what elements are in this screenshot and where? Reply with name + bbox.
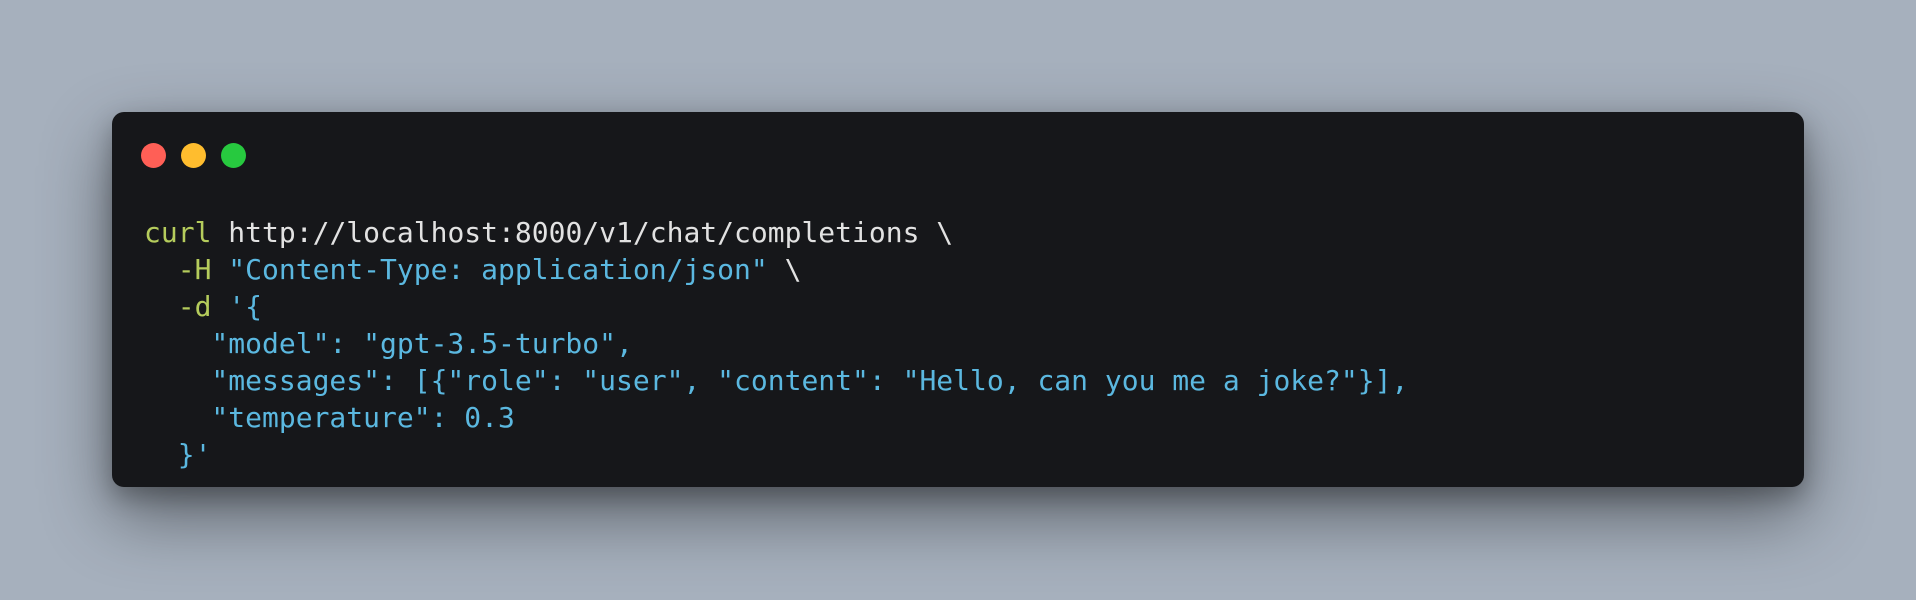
data-open: '{ <box>211 290 263 323</box>
header-flag: -H <box>177 253 212 286</box>
terminal-window: curl http://localhost:8000/v1/chat/compl… <box>112 112 1804 487</box>
data-flag: -d <box>177 290 212 323</box>
line-continuation: \ <box>767 253 802 286</box>
code-line-3: -d '{ <box>144 288 1408 325</box>
minimize-window-button[interactable] <box>181 143 206 168</box>
code-line-4: "model": "gpt-3.5-turbo", <box>144 327 633 360</box>
code-line-6: "temperature": 0.3 <box>144 401 515 434</box>
line-continuation: \ <box>919 216 954 249</box>
command-curl: curl <box>144 216 212 249</box>
code-line-2: -H "Content-Type: application/json" \ <box>144 251 1408 288</box>
code-line-5: "messages": [{"role": "user", "content":… <box>144 364 1409 397</box>
title-bar <box>112 112 1804 182</box>
code-line-1: curl http://localhost:8000/v1/chat/compl… <box>144 214 1408 251</box>
request-url: http://localhost:8000/v1/chat/completion… <box>211 216 920 249</box>
zoom-window-button[interactable] <box>221 143 246 168</box>
header-value: "Content-Type: application/json" <box>211 253 768 286</box>
close-window-button[interactable] <box>141 143 166 168</box>
code-line-7: }' <box>144 438 212 471</box>
code-snippet: curl http://localhost:8000/v1/chat/compl… <box>144 214 1408 473</box>
